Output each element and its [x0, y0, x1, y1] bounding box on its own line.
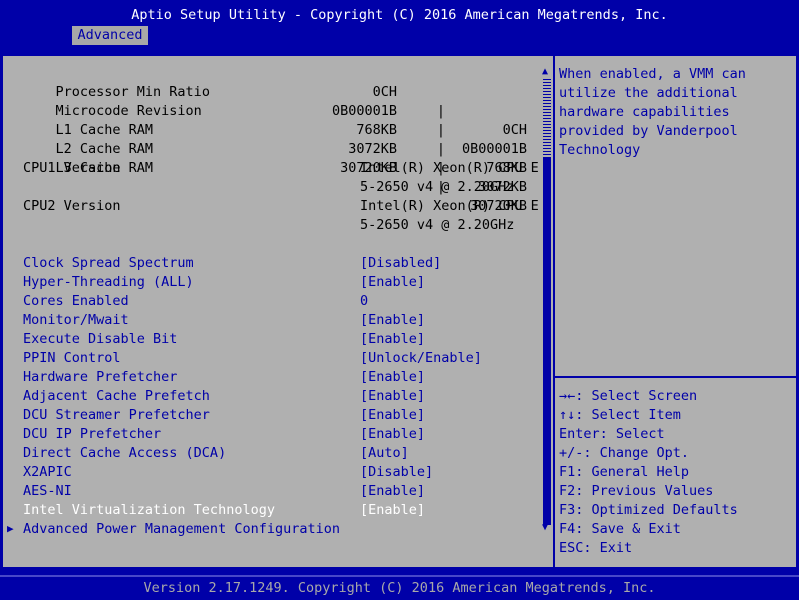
cpu2-version-label: CPU2 Version [23, 198, 121, 214]
value-x2apic[interactable]: [Disable] [360, 463, 433, 482]
value-ppin-control[interactable]: [Unlock/Enable] [360, 349, 482, 368]
option-monitor-mwait[interactable]: Monitor/Mwait [23, 311, 129, 330]
help-line: When enabled, a VMM can [559, 66, 746, 82]
option-dcu-streamer-prefetcher[interactable]: DCU Streamer Prefetcher [23, 406, 210, 425]
info-row-l2-cache: L2 Cache RAM [23, 121, 154, 157]
info-row-processor-min-ratio: Processor Min Ratio [23, 64, 210, 100]
app-title: Aptio Setup Utility - Copyright (C) 2016… [131, 7, 668, 23]
scroll-up-icon[interactable]: ▲ [542, 66, 548, 77]
info-row-microcode-revision: Microcode Revision [23, 83, 202, 119]
info-values: 0CH | 0CH [323, 64, 533, 138]
option-ppin-control[interactable]: PPIN Control [23, 349, 121, 368]
option-clock-spread-spectrum[interactable]: Clock Spread Spectrum [23, 254, 194, 273]
option-direct-cache-access[interactable]: Direct Cache Access (DCA) [23, 444, 226, 463]
key-previous-values: F2: Previous Values [559, 483, 714, 499]
value-hardware-prefetcher[interactable]: [Enable] [360, 368, 425, 387]
value-monitor-mwait[interactable]: [Enable] [360, 311, 425, 330]
help-panel: When enabled, a VMM can utilize the addi… [559, 65, 795, 160]
option-intel-virtualization-technology[interactable]: Intel Virtualization Technology [23, 501, 275, 520]
value-direct-cache-access[interactable]: [Auto] [360, 444, 409, 463]
option-dcu-ip-prefetcher[interactable]: DCU IP Prefetcher [23, 425, 161, 444]
value-dcu-ip-prefetcher[interactable]: [Enable] [360, 425, 425, 444]
value-execute-disable-bit[interactable]: [Enable] [360, 330, 425, 349]
value-cores-enabled[interactable]: 0 [360, 292, 368, 311]
info-values: 768KB | 768KB [323, 102, 533, 176]
option-execute-disable-bit[interactable]: Execute Disable Bit [23, 330, 177, 349]
scrollbar-track[interactable] [543, 79, 551, 157]
key-legend: →←: Select Screen ↑↓: Select Item Enter:… [559, 387, 795, 558]
scroll-down-icon[interactable]: ▼ [542, 522, 548, 533]
cpu1-version-label: CPU1 Version [23, 160, 121, 176]
info-values: 3072KB | 3072KB [323, 121, 533, 195]
key-select-screen: →←: Select Screen [559, 388, 698, 404]
option-hardware-prefetcher[interactable]: Hardware Prefetcher [23, 368, 177, 387]
value-adjacent-cache-prefetch[interactable]: [Enable] [360, 387, 425, 406]
option-aes-ni[interactable]: AES-NI [23, 482, 72, 501]
help-line: provided by Vanderpool [559, 123, 738, 139]
key-exit: ESC: Exit [559, 540, 633, 556]
option-hyper-threading[interactable]: Hyper-Threading (ALL) [23, 273, 194, 292]
help-line: utilize the additional [559, 85, 738, 101]
key-change-opt: +/-: Change Opt. [559, 445, 690, 461]
value-aes-ni[interactable]: [Enable] [360, 482, 425, 501]
main-panel: Processor Min Ratio 0CH | 0CH Microcode … [3, 56, 796, 567]
vertical-divider [553, 56, 555, 567]
help-line: Technology [559, 142, 641, 158]
value-dcu-streamer-prefetcher[interactable]: [Enable] [360, 406, 425, 425]
option-cores-enabled[interactable]: Cores Enabled [23, 292, 129, 311]
submenu-arrow-icon: ▶ [7, 522, 14, 535]
scrollbar-thumb[interactable] [543, 157, 551, 525]
submenu-advanced-power-management[interactable]: Advanced Power Management Configuration [23, 520, 340, 539]
key-enter: Enter: Select [559, 426, 665, 442]
info-values: 30720KB | 30720KB [323, 140, 533, 214]
help-line: hardware capabilities [559, 104, 730, 120]
key-general-help: F1: General Help [559, 464, 690, 480]
option-adjacent-cache-prefetch[interactable]: Adjacent Cache Prefetch [23, 387, 210, 406]
key-optimized-defaults: F3: Optimized Defaults [559, 502, 738, 518]
footer-version: Version 2.17.1249. Copyright (C) 2016 Am… [0, 575, 799, 598]
cpu1-version-line1: Intel(R) Xeon(R) CPU E [360, 160, 539, 176]
value-hyper-threading[interactable]: [Enable] [360, 273, 425, 292]
value-intel-virtualization-technology[interactable]: [Enable] [360, 501, 425, 520]
header: Aptio Setup Utility - Copyright (C) 2016… [0, 0, 799, 45]
value-clock-spread-spectrum[interactable]: [Disabled] [360, 254, 441, 273]
info-values: 0B00001B | 0B00001B [323, 83, 533, 157]
info-row-l1-cache: L1 Cache RAM [23, 102, 154, 138]
option-x2apic[interactable]: X2APIC [23, 463, 72, 482]
cpu2-version-line2: 5-2650 v4 @ 2.20GHz [360, 217, 515, 233]
cpu1-version-line2: 5-2650 v4 @ 2.20GHz [360, 179, 515, 195]
key-select-item: ↑↓: Select Item [559, 407, 681, 423]
cpu2-version-line1: Intel(R) Xeon(R) CPU E [360, 198, 539, 214]
key-save-exit: F4: Save & Exit [559, 521, 681, 537]
horizontal-divider [555, 376, 796, 378]
info-row-l3-cache: L3 Cache RAM [23, 140, 154, 176]
tab-advanced[interactable]: Advanced [72, 26, 148, 45]
